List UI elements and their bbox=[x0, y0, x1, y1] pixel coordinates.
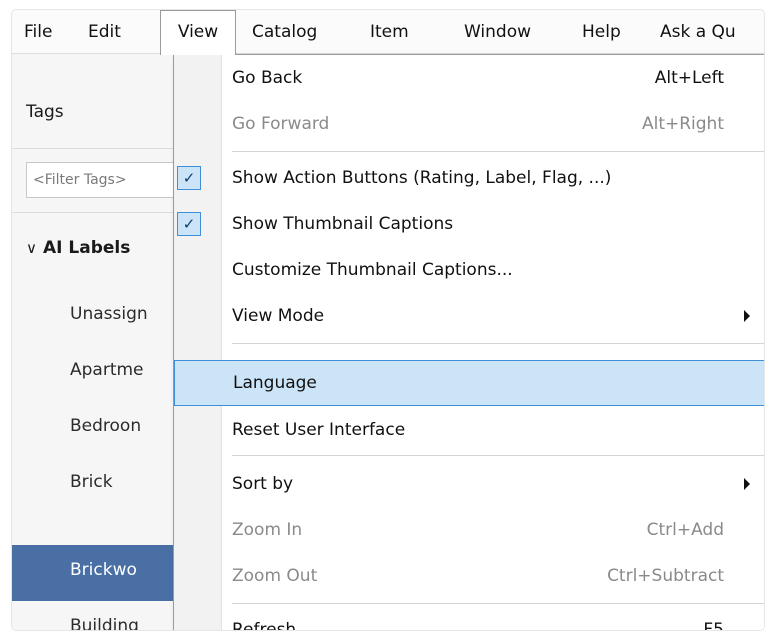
check-icon: ✓ bbox=[177, 166, 201, 190]
menu-item-label: Go Forward bbox=[232, 114, 330, 134]
menu-item-label: Customize Thumbnail Captions... bbox=[232, 260, 513, 280]
menu-item-shortcut: Alt+Left bbox=[654, 68, 724, 88]
menu-item-show-action-buttons[interactable]: ✓ Show Action Buttons (Rating, Label, Fl… bbox=[174, 155, 764, 201]
menu-item-go-back[interactable]: Go Back Alt+Left bbox=[174, 55, 764, 101]
app-window: File Edit View Catalog Item Window Help … bbox=[12, 10, 764, 630]
chevron-right-icon bbox=[744, 478, 750, 490]
check-icon: ✓ bbox=[177, 212, 201, 236]
menu-item-label: Reset User Interface bbox=[232, 420, 406, 440]
menu-item-shortcut: Ctrl+Subtract bbox=[607, 566, 724, 586]
menu-item-go-forward[interactable]: Go Forward Alt+Right bbox=[174, 101, 764, 147]
menu-separator bbox=[232, 151, 764, 152]
view-menu-dropdown: Go Back Alt+Left Go Forward Alt+Right ✓ … bbox=[173, 54, 764, 630]
menu-file[interactable]: File bbox=[24, 10, 52, 54]
menu-separator bbox=[232, 455, 764, 456]
tags-panel-title: Tags bbox=[26, 102, 64, 122]
menu-item-customize-thumbnail-captions[interactable]: Customize Thumbnail Captions... bbox=[174, 247, 764, 293]
menu-item-label: Refresh bbox=[232, 620, 297, 630]
chevron-down-icon[interactable]: ∨ bbox=[26, 239, 37, 257]
menu-item-shortcut: Ctrl+Add bbox=[646, 520, 724, 540]
menu-item-zoom-in[interactable]: Zoom In Ctrl+Add bbox=[174, 507, 764, 553]
tag-item[interactable]: Building bbox=[70, 616, 139, 630]
menu-item-language[interactable]: Language bbox=[174, 360, 764, 406]
menu-help[interactable]: Help bbox=[582, 10, 621, 54]
tag-item[interactable]: Unassign bbox=[70, 304, 148, 324]
menu-bar: File Edit View Catalog Item Window Help … bbox=[12, 10, 764, 55]
menu-view[interactable]: View bbox=[160, 10, 236, 55]
menu-item-zoom-out[interactable]: Zoom Out Ctrl+Subtract bbox=[174, 553, 764, 599]
menu-ask-a-question[interactable]: Ask a Qu bbox=[660, 10, 736, 54]
menu-item-shortcut: Alt+Right bbox=[641, 114, 724, 134]
menu-catalog[interactable]: Catalog bbox=[252, 10, 317, 54]
tag-item-selected[interactable]: Brickwo bbox=[70, 560, 137, 580]
menu-item-label: Language bbox=[233, 373, 317, 393]
filter-tags-input[interactable]: <Filter Tags> bbox=[26, 162, 196, 198]
menu-item-reset-user-interface[interactable]: Reset User Interface bbox=[174, 407, 764, 453]
tag-item[interactable]: Apartme bbox=[70, 360, 144, 380]
menu-item[interactable]: Item bbox=[370, 10, 409, 54]
menu-edit[interactable]: Edit bbox=[88, 10, 121, 54]
menu-item-label: Go Back bbox=[232, 68, 303, 88]
tree-group-ai-labels[interactable]: ∨ AI Labels bbox=[26, 238, 130, 258]
menu-item-shortcut: F5 bbox=[703, 620, 724, 630]
menu-item-label: Zoom Out bbox=[232, 566, 318, 586]
menu-item-label: Show Thumbnail Captions bbox=[232, 214, 454, 234]
menu-item-sort-by[interactable]: Sort by bbox=[174, 461, 764, 507]
menu-item-label: Show Action Buttons (Rating, Label, Flag… bbox=[232, 168, 612, 188]
chevron-right-icon bbox=[744, 310, 750, 322]
menu-window[interactable]: Window bbox=[464, 10, 531, 54]
menu-item-label: View Mode bbox=[232, 306, 325, 326]
menu-item-view-mode[interactable]: View Mode bbox=[174, 293, 764, 339]
menu-item-refresh[interactable]: Refresh F5 bbox=[174, 607, 764, 630]
menu-separator bbox=[232, 603, 764, 604]
tree-group-label: AI Labels bbox=[42, 238, 131, 258]
tag-item[interactable]: Brick bbox=[70, 472, 113, 492]
menu-separator bbox=[232, 343, 764, 344]
menu-item-show-thumbnail-captions[interactable]: ✓ Show Thumbnail Captions bbox=[174, 201, 764, 247]
tag-item[interactable]: Bedroon bbox=[70, 416, 141, 436]
menu-item-label: Sort by bbox=[232, 474, 294, 494]
menu-item-label: Zoom In bbox=[232, 520, 303, 540]
